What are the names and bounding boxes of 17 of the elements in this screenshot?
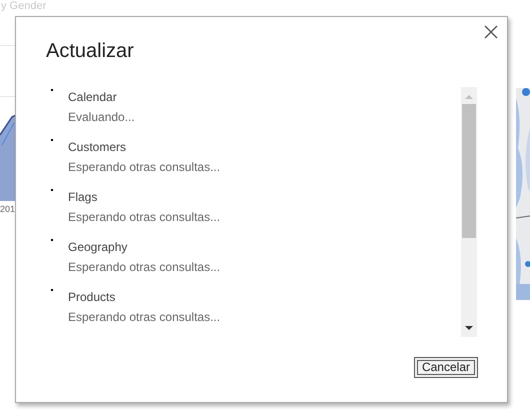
query-name: Geography — [68, 239, 128, 256]
query-status: Esperando otras consultas... — [68, 309, 220, 326]
cancel-button[interactable]: Cancelar — [414, 357, 478, 378]
query-name: Products — [68, 289, 116, 306]
close-button[interactable] — [484, 25, 498, 39]
query-name: Customers — [68, 139, 128, 156]
query-name: Flags — [68, 189, 98, 206]
scroll-down-icon[interactable] — [465, 325, 473, 331]
dialog-title: Actualizar — [46, 39, 135, 64]
query-status: Esperando otras consultas... — [68, 209, 220, 226]
query-name: Calendar — [68, 89, 118, 106]
scrollbar[interactable] — [461, 87, 477, 337]
axis-label: 201 — [0, 204, 16, 214]
query-status: Esperando otras consultas... — [68, 259, 220, 276]
query-status: Esperando otras consultas... — [68, 159, 220, 176]
query-status: Evaluando... — [68, 109, 135, 126]
close-icon — [484, 25, 498, 39]
